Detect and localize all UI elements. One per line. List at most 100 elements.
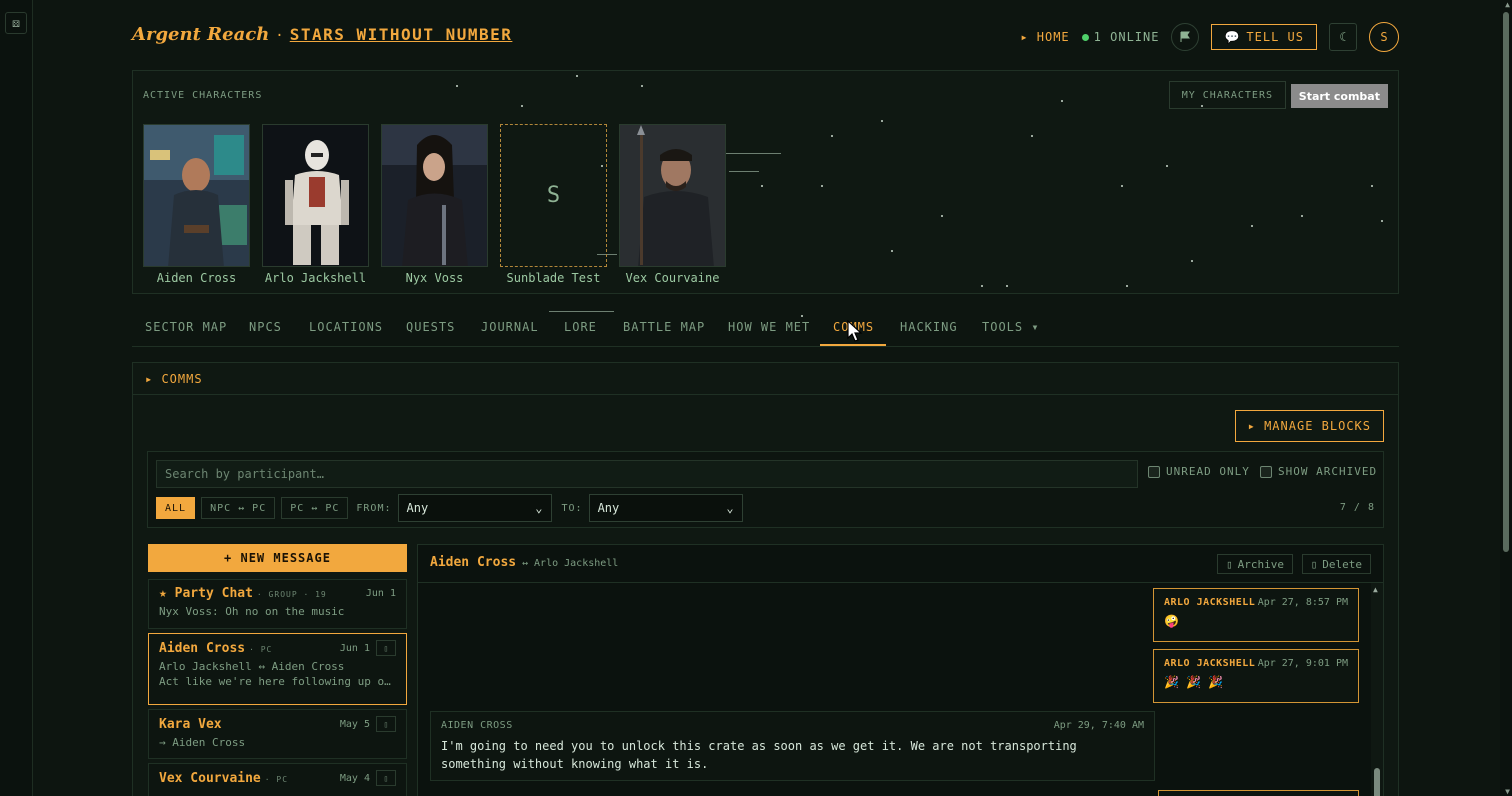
message-body: 🤪 bbox=[1164, 614, 1179, 628]
character-card-vex-courvaine[interactable]: Vex Courvaine bbox=[619, 124, 726, 285]
comms-panel: ▸ COMMS ▸ MANAGE BLOCKS UNREAD ONLY SHOW… bbox=[132, 362, 1399, 796]
chip-pc-pc[interactable]: PC ↔ PC bbox=[281, 497, 349, 519]
pin-icon[interactable]: ▯ bbox=[376, 640, 396, 656]
thread-vex-courvaine[interactable]: Vex Courvaine · PC May 4 ▯ bbox=[148, 763, 407, 796]
star bbox=[981, 285, 983, 287]
conversation-scrollbar-thumb[interactable] bbox=[1374, 768, 1380, 796]
from-label: FROM: bbox=[356, 502, 392, 514]
scroll-up-icon[interactable]: ▲ bbox=[1505, 0, 1510, 9]
star bbox=[576, 75, 578, 77]
thread-tag: · PC bbox=[249, 644, 273, 654]
tab-quests[interactable]: QUESTS bbox=[406, 320, 455, 334]
thread-tag: · PC bbox=[264, 774, 289, 784]
chip-all[interactable]: ALL bbox=[156, 497, 196, 519]
pin-icon[interactable]: ▯ bbox=[376, 770, 396, 786]
pin-icon[interactable]: ▯ bbox=[376, 716, 396, 732]
character-card-sunblade-test[interactable]: S Sunblade Test bbox=[500, 124, 607, 285]
tell-us-label: TELL US bbox=[1246, 30, 1304, 44]
tab-battle-map[interactable]: BATTLE MAP bbox=[623, 320, 705, 334]
home-link[interactable]: ▸ HOME bbox=[1020, 30, 1069, 44]
message-bubble-outgoing[interactable] bbox=[1158, 790, 1359, 796]
chip-npc-pc[interactable]: NPC ↔ PC bbox=[201, 497, 276, 519]
tab-npcs[interactable]: NPCS bbox=[249, 320, 282, 334]
star bbox=[1251, 225, 1253, 227]
conversation-header: Aiden Cross ↔ Arlo Jackshell ▯ Archive ▯… bbox=[418, 545, 1383, 583]
new-message-button[interactable]: + NEW MESSAGE bbox=[148, 544, 407, 572]
tab-how-we-met[interactable]: HOW WE MET bbox=[728, 320, 810, 334]
message-time: Apr 27, 8:57 PM bbox=[1257, 597, 1348, 608]
star bbox=[521, 105, 523, 107]
campaign-name[interactable]: Argent Reach bbox=[132, 24, 269, 45]
dice-icon[interactable]: ⚄ bbox=[5, 12, 27, 34]
tab-sector-map[interactable]: SECTOR MAP bbox=[145, 320, 227, 334]
show-archived-toggle[interactable]: SHOW ARCHIVED bbox=[1260, 465, 1377, 478]
tab-tools[interactable]: TOOLS ▾ bbox=[982, 320, 1040, 334]
message-author: ARLO JACKSHELL bbox=[1164, 658, 1256, 669]
flag-icon[interactable] bbox=[1171, 23, 1200, 51]
unread-only-checkbox[interactable] bbox=[1148, 465, 1160, 478]
thread-party-chat[interactable]: ★ Party Chat · GROUP · 19 Jun 1 Nyx Voss:… bbox=[148, 579, 407, 629]
unread-only-toggle[interactable]: UNREAD ONLY bbox=[1148, 465, 1250, 478]
message-body: I'm going to need you to unlock this cra… bbox=[441, 739, 1077, 771]
game-link[interactable]: STARS WITHOUT NUMBER bbox=[290, 25, 513, 44]
archive-icon: ▯ bbox=[1226, 557, 1233, 571]
main-nav: SECTOR MAP NPCS LOCATIONS QUESTS JOURNAL LORE… bbox=[132, 310, 1399, 347]
my-characters-button[interactable]: MY CHARACTERS bbox=[1168, 81, 1286, 109]
sunblade-test-placeholder[interactable]: S bbox=[500, 124, 607, 267]
scroll-up-icon[interactable]: ▲ bbox=[1373, 585, 1378, 594]
tab-lore[interactable]: LORE bbox=[564, 320, 597, 334]
vex-courvaine-portrait[interactable] bbox=[619, 124, 726, 267]
thread-date: Jun 1 bbox=[365, 588, 396, 599]
tab-journal[interactable]: JOURNAL bbox=[481, 320, 539, 334]
comms-section-title[interactable]: ▸ COMMS bbox=[133, 363, 1398, 395]
nyx-voss-portrait[interactable] bbox=[381, 124, 488, 267]
star bbox=[831, 135, 833, 137]
thread-name: Vex Courvaine bbox=[159, 770, 261, 786]
message-body: 🎉 🎉 🎉 bbox=[1164, 675, 1224, 689]
scrollbar-thumb[interactable] bbox=[1503, 12, 1509, 552]
filter-panel: UNREAD ONLY SHOW ARCHIVED ALL NPC ↔ PC P… bbox=[147, 451, 1384, 528]
to-select-value: Any bbox=[597, 501, 620, 515]
start-combat-button[interactable]: Start combat bbox=[1290, 84, 1388, 108]
active-characters-title: ACTIVE CHARACTERS bbox=[143, 90, 263, 101]
delete-button[interactable]: ▯ Delete bbox=[1301, 554, 1371, 574]
theme-toggle-moon-icon[interactable]: ☾ bbox=[1329, 23, 1357, 51]
conversation-scrollbar[interactable]: ▲ bbox=[1371, 583, 1383, 796]
from-select[interactable]: Any ⌄ bbox=[397, 494, 552, 522]
online-count: 1 ONLINE bbox=[1093, 30, 1160, 44]
thread-kara-vex[interactable]: Kara Vex May 5 ▯ → Aiden Cross bbox=[148, 709, 407, 759]
participant-search-input[interactable] bbox=[156, 460, 1138, 488]
character-card-aiden-cross[interactable]: Aiden Cross bbox=[143, 124, 250, 285]
show-archived-checkbox[interactable] bbox=[1260, 465, 1272, 478]
chevron-down-icon: ⌄ bbox=[726, 501, 734, 515]
page-scrollbar[interactable]: ▲ ▼ bbox=[1500, 0, 1512, 796]
tell-us-button[interactable]: 💬 TELL US bbox=[1211, 24, 1317, 50]
star bbox=[891, 250, 893, 252]
message-bubble-outgoing[interactable]: ARLO JACKSHELL Apr 27, 9:01 PM 🎉 🎉 🎉 bbox=[1153, 649, 1359, 703]
header: Argent Reach · STARS WITHOUT NUMBER ▸ HO… bbox=[132, 20, 1399, 54]
manage-blocks-button[interactable]: ▸ MANAGE BLOCKS bbox=[1234, 410, 1384, 442]
character-card-nyx-voss[interactable]: Nyx Voss bbox=[381, 124, 488, 285]
star bbox=[641, 85, 643, 87]
star bbox=[1031, 135, 1033, 137]
star bbox=[1301, 215, 1303, 217]
thread-preview: → Aiden Cross bbox=[159, 736, 246, 749]
character-card-arlo-jackshell[interactable]: Arlo Jackshell bbox=[262, 124, 369, 285]
active-tab-underline bbox=[820, 344, 886, 346]
thread-aiden-cross[interactable]: Aiden Cross · PC Jun 1 ▯ Arlo Jackshell ↔ … bbox=[148, 633, 407, 705]
thread-preview: Act like we're here following up on the … bbox=[159, 675, 396, 688]
message-bubble-outgoing[interactable]: ARLO JACKSHELL Apr 27, 8:57 PM 🤪 bbox=[1153, 588, 1359, 642]
unread-only-label: UNREAD ONLY bbox=[1166, 465, 1250, 478]
star bbox=[881, 120, 883, 122]
arlo-jackshell-portrait[interactable] bbox=[262, 124, 369, 267]
scroll-down-icon[interactable]: ▼ bbox=[1505, 787, 1510, 796]
tab-hacking[interactable]: HACKING bbox=[900, 320, 958, 334]
aiden-cross-portrait[interactable] bbox=[143, 124, 250, 267]
archive-button[interactable]: ▯ Archive bbox=[1217, 554, 1293, 574]
trash-icon: ▯ bbox=[1310, 557, 1318, 571]
thread-participants: Arlo Jackshell ↔ Aiden Cross bbox=[159, 660, 345, 673]
user-avatar[interactable]: S bbox=[1369, 22, 1399, 52]
tab-locations[interactable]: LOCATIONS bbox=[309, 320, 383, 334]
to-select[interactable]: Any ⌄ bbox=[588, 494, 743, 522]
message-bubble-incoming[interactable]: AIDEN CROSS Apr 29, 7:40 AM I'm going to… bbox=[430, 711, 1155, 781]
